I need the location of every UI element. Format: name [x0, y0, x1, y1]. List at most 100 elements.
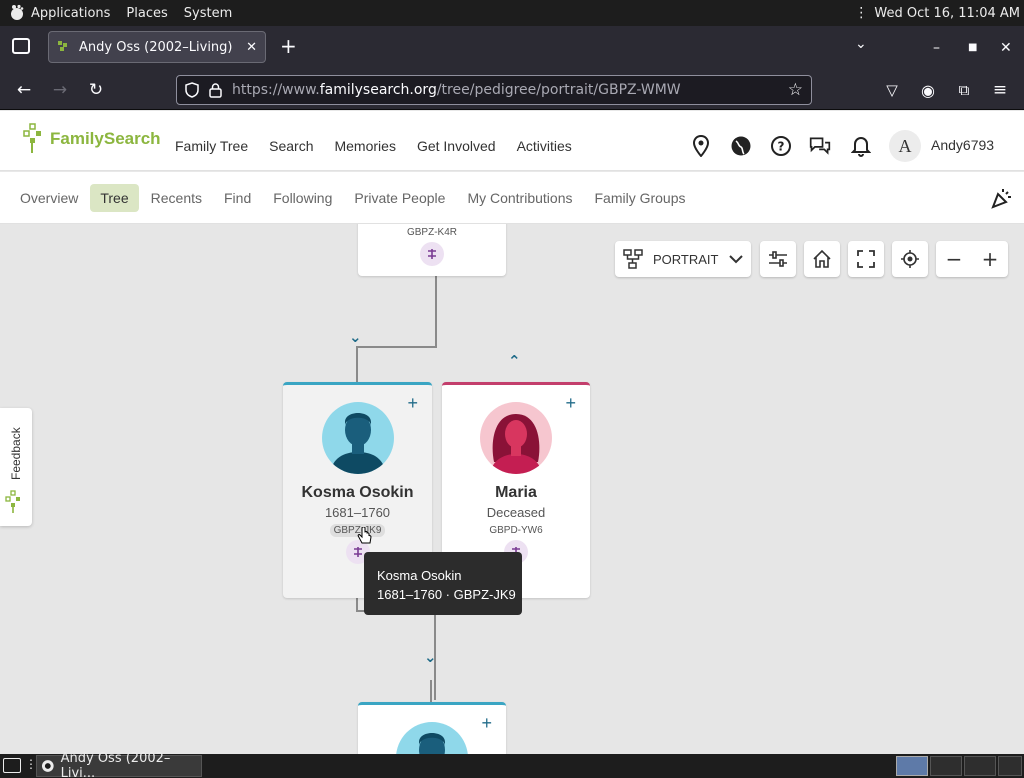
lock-icon [209, 82, 222, 98]
pocket-icon[interactable]: ▽ [880, 78, 904, 102]
connector-line [430, 680, 432, 702]
person-id[interactable]: GBPD-YW6 [485, 524, 546, 537]
nav-get-involved[interactable]: Get Involved [417, 138, 496, 154]
celebration-icon[interactable] [990, 186, 1014, 214]
tab-list-chevron-icon[interactable]: ⌄ [855, 36, 867, 52]
account-icon[interactable]: ◉ [916, 78, 940, 102]
hand-cursor-icon [357, 527, 372, 544]
subnav-my-contributions[interactable]: My Contributions [457, 184, 582, 212]
tab-overview-icon[interactable] [12, 38, 30, 54]
tree-canvas[interactable]: GBPZ-K4R ⌄ ⌃ ⌄ + Kosma Osokin 1681–1760 … [0, 224, 1024, 754]
zoom-out-button[interactable]: − [946, 247, 963, 271]
minimize-button[interactable]: – [933, 40, 940, 56]
messages-icon[interactable] [809, 135, 831, 157]
system-menu[interactable]: System [176, 6, 240, 21]
clock[interactable]: ⋮ Wed Oct 16, 11:04 AM [854, 5, 1020, 21]
fullscreen-icon [857, 250, 875, 268]
family-tree-logo-icon [23, 123, 41, 153]
url-text: https://www.familysearch.org/tree/pedigr… [232, 82, 681, 98]
crosshair-icon [901, 250, 919, 268]
subnav-following[interactable]: Following [263, 184, 342, 212]
browser-tab-strip: Andy Oss (2002–Living) • Sil ✕ + ⌄ – ■ ✕ [0, 26, 1024, 70]
person-name[interactable]: Kosma Osokin [283, 484, 432, 502]
back-button[interactable]: ← [12, 78, 36, 102]
expand-down-chevron-icon[interactable]: ⌄ [424, 648, 437, 666]
url-bar[interactable]: https://www.familysearch.org/tree/pedigr… [176, 75, 812, 105]
close-window-button[interactable]: ✕ [1000, 40, 1012, 56]
nav-search[interactable]: Search [269, 138, 313, 154]
zoom-in-button[interactable]: + [982, 247, 999, 271]
home-button[interactable] [804, 241, 840, 277]
ancestor-card-top[interactable]: GBPZ-K4R [358, 224, 506, 276]
help-icon[interactable]: ? [770, 135, 792, 157]
familysearch-logo[interactable]: FamilySearch [22, 123, 161, 155]
add-parent-plus-icon[interactable]: + [481, 713, 492, 734]
site-header: FamilySearch Family Tree Search Memories… [0, 111, 1024, 171]
male-avatar-icon [321, 402, 394, 474]
nav-memories[interactable]: Memories [334, 138, 395, 154]
sub-navigation: Overview Tree Recents Find Following Pri… [0, 172, 1024, 224]
expand-up-chevron-icon[interactable]: ⌃ [508, 352, 521, 370]
extensions-icon[interactable]: ⧉ [952, 78, 976, 102]
forward-button[interactable]: → [48, 78, 72, 102]
browser-toolbar: ← → ↻ https://www.familysearch.org/tree/… [0, 70, 1024, 110]
connector-line [435, 276, 437, 348]
workspace-2[interactable] [930, 756, 962, 776]
recenter-button[interactable] [892, 241, 928, 277]
new-tab-button[interactable]: + [280, 34, 297, 58]
person-id: GBPZ-K4R [406, 227, 457, 238]
globe-icon[interactable] [730, 135, 752, 157]
family-tree-logo-icon [5, 490, 20, 513]
workspace-4[interactable] [998, 756, 1022, 776]
tab-close-icon[interactable]: ✕ [246, 40, 257, 55]
svg-text:?: ? [778, 140, 785, 154]
subnav-private-people[interactable]: Private People [344, 184, 455, 212]
clock-datetime: Wed Oct 16, 11:04 AM [874, 5, 1020, 21]
feedback-tab[interactable]: Feedback [0, 408, 32, 526]
tooltip-name: Kosma Osokin [377, 568, 462, 583]
nav-activities[interactable]: Activities [517, 138, 572, 154]
person-dates: Deceased [486, 505, 546, 520]
reload-button[interactable]: ↻ [84, 78, 108, 102]
view-mode-dropdown[interactable]: PORTRAIT [615, 241, 751, 277]
browser-tab-active[interactable]: Andy Oss (2002–Living) • Sil ✕ [48, 31, 266, 63]
show-desktop-icon[interactable] [3, 758, 21, 773]
location-pin-icon[interactable] [690, 135, 712, 157]
home-icon [813, 249, 831, 268]
vertical-dots-icon: ⋮ [854, 5, 869, 21]
subnav-overview[interactable]: Overview [10, 184, 88, 212]
subnav-family-groups[interactable]: Family Groups [584, 184, 695, 212]
workspace-switcher[interactable] [896, 756, 928, 776]
pedigree-view-icon [623, 249, 643, 269]
add-parent-plus-icon[interactable]: + [565, 393, 576, 414]
username[interactable]: Andy6793 [931, 137, 994, 153]
relationship-badge-icon[interactable] [420, 242, 444, 266]
maximize-button[interactable]: ■ [968, 42, 977, 53]
expand-down-chevron-icon[interactable]: ⌄ [349, 328, 362, 346]
male-avatar-icon [396, 722, 468, 754]
subnav-find[interactable]: Find [214, 184, 261, 212]
person-tooltip: Kosma Osokin 1681–1760 · GBPZ-JK9 [364, 552, 522, 615]
firefox-icon [41, 760, 54, 772]
notifications-bell-icon[interactable] [850, 135, 872, 157]
places-menu[interactable]: Places [118, 6, 175, 21]
familysearch-favicon-icon [58, 41, 67, 51]
subnav-tree[interactable]: Tree [90, 184, 139, 212]
person-card-child[interactable]: + [358, 702, 506, 754]
tab-title: Andy Oss (2002–Living) • Sil [79, 39, 238, 55]
gnome-foot-icon [11, 4, 24, 20]
add-parent-plus-icon[interactable]: + [407, 393, 418, 414]
workspace-3[interactable] [964, 756, 996, 776]
bookmark-star-icon[interactable]: ☆ [788, 80, 803, 100]
fullscreen-button[interactable] [848, 241, 884, 277]
connector-line [356, 346, 358, 382]
taskbar-window-firefox[interactable]: Andy Oss (2002–Livi... [36, 751, 202, 778]
settings-sliders-button[interactable] [760, 241, 796, 277]
hamburger-menu-icon[interactable]: ≡ [988, 78, 1012, 102]
person-name[interactable]: Maria [442, 484, 590, 502]
avatar[interactable]: A [889, 130, 921, 162]
feedback-label: Feedback [9, 427, 23, 480]
applications-menu[interactable]: Applications [0, 4, 118, 22]
nav-family-tree[interactable]: Family Tree [175, 138, 248, 154]
subnav-recents[interactable]: Recents [141, 184, 212, 212]
